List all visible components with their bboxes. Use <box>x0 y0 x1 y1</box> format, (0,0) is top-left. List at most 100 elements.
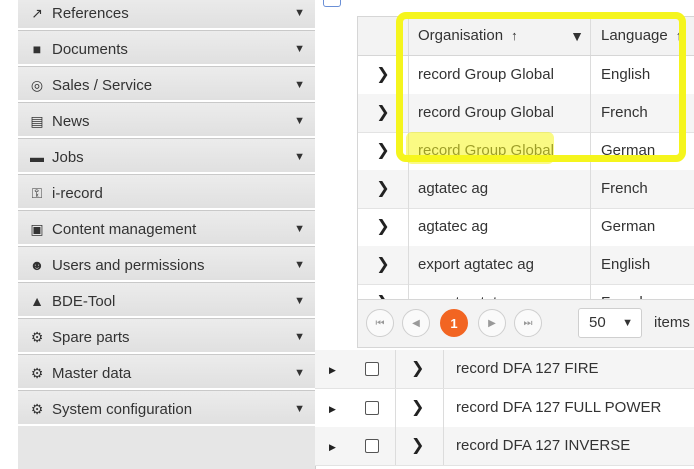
header-language[interactable]: Language ↑ <box>592 17 694 55</box>
expand-triangle-icon[interactable]: ▶ <box>329 389 336 429</box>
sidebar-item-label: i-record <box>52 185 103 202</box>
table-row[interactable]: ❯ agtatec ag French <box>358 170 694 209</box>
divider <box>443 427 444 465</box>
caret-down-icon[interactable]: ▼ <box>294 0 305 31</box>
next-page-icon[interactable]: ▶ <box>478 309 506 337</box>
last-page-icon[interactable]: ⏭ <box>514 309 542 337</box>
organisation-grid: Organisation ↑ ▼ Language ↑ ❯ record Group… <box>357 16 694 348</box>
top-strip <box>315 0 694 14</box>
divider <box>395 427 396 465</box>
sidebar-item-label: Sales / Service <box>52 77 153 94</box>
divider <box>395 389 396 427</box>
sidebar-item-label: References <box>52 5 129 22</box>
list-item[interactable]: ▶ ❯ record DFA 127 INVERSE <box>315 427 694 466</box>
page-size-select[interactable]: 50 ▼ <box>578 308 642 338</box>
row-checkbox[interactable] <box>365 401 379 415</box>
list-item[interactable]: ▶ ❯ record DFA 127 FIRE <box>315 350 694 389</box>
caret-down-icon[interactable]: ▼ <box>294 355 305 391</box>
sidebar-item-label: BDE-Tool <box>52 293 116 310</box>
sidebar-item-label: Documents <box>52 41 128 58</box>
caret-down-icon[interactable]: ▼ <box>294 283 305 319</box>
sidebar-item-jobs[interactable]: ▬ Jobs ▼ <box>18 138 315 174</box>
table-row[interactable]: ❯ record Group Global German <box>358 132 694 171</box>
chevron-right-icon[interactable]: ❯ <box>358 208 409 246</box>
sidebar-item-documents[interactable]: ■ Documents ▼ <box>18 30 315 66</box>
list-item-label: record DFA 127 FIRE <box>456 360 599 377</box>
first-page-icon[interactable]: ⏮ <box>366 309 394 337</box>
row-checkbox[interactable] <box>365 439 379 453</box>
list-item[interactable]: ▶ ❯ record DFA 127 FULL POWER <box>315 389 694 428</box>
chevron-right-icon[interactable]: ❯ <box>358 94 409 132</box>
cell-language: German <box>601 142 656 159</box>
chevron-right-icon[interactable]: ❯ <box>358 132 409 170</box>
users-icon: ☻ <box>29 257 45 273</box>
caret-down-icon[interactable]: ▼ <box>294 391 305 427</box>
sidebar-item-sales-service[interactable]: ◎ Sales / Service ▼ <box>18 66 315 102</box>
cell-organisation: record Group Global <box>409 56 591 94</box>
chevron-right-icon[interactable]: ❯ <box>358 246 409 284</box>
cell-organisation: export agtatec ag <box>409 246 591 284</box>
chevron-right-icon[interactable]: ❯ <box>411 350 424 388</box>
table-row[interactable]: ❯ record Group Global French <box>358 94 694 133</box>
cell-organisation: record Group Global <box>409 94 591 132</box>
briefcase-icon: ▬ <box>30 149 44 165</box>
cell-organisation: record Group Global <box>409 132 591 170</box>
code-file-icon: ▣ <box>30 221 44 237</box>
gear-icon: ⚙ <box>30 401 44 417</box>
cell-language: English <box>601 66 651 83</box>
grid-pager: ⏮ ◀ 1 ▶ ⏭ 50 ▼ items <box>358 299 694 347</box>
sidebar-item-i-record[interactable]: ⚿ i-record <box>18 174 315 210</box>
chevron-right-icon[interactable]: ❯ <box>358 56 409 94</box>
cell-language: French <box>601 180 648 197</box>
caret-down-icon[interactable]: ▼ <box>294 319 305 355</box>
sort-ascending-icon[interactable]: ↑ <box>676 28 683 43</box>
row-checkbox[interactable] <box>365 362 379 376</box>
header-organisation[interactable]: Organisation ↑ ▼ <box>409 17 591 55</box>
chevron-right-icon[interactable]: ❯ <box>358 170 409 208</box>
caret-down-icon[interactable]: ▼ <box>294 67 305 103</box>
sidebar-item-system-configuration[interactable]: ⚙ System configuration ▼ <box>18 390 315 426</box>
header-organisation-label: Organisation <box>418 27 504 44</box>
newspaper-icon: ▤ <box>30 113 44 129</box>
sidebar-item-spare-parts[interactable]: ⚙ Spare parts ▼ <box>18 318 315 354</box>
caret-down-icon[interactable]: ▼ <box>294 103 305 139</box>
expand-triangle-icon[interactable]: ▶ <box>329 427 336 467</box>
list-item-label: record DFA 127 FULL POWER <box>456 399 662 416</box>
caret-down-icon[interactable]: ▼ <box>294 139 305 175</box>
caret-down-icon[interactable]: ▼ <box>294 211 305 247</box>
sidebar-item-bde-tool[interactable]: ▲ BDE-Tool ▼ <box>18 282 315 318</box>
sidebar: ↗ References ▼ ■ Documents ▼ ◎ Sales / Serv… <box>18 0 316 469</box>
filter-icon[interactable]: ▼ <box>570 17 584 55</box>
cell-language: German <box>601 218 656 235</box>
sidebar-item-label: Master data <box>52 365 132 382</box>
sidebar-item-references[interactable]: ↗ References ▼ <box>18 0 315 30</box>
select-all-checkbox[interactable] <box>323 0 341 7</box>
sidebar-item-label: Users and permissions <box>52 257 205 274</box>
table-row[interactable]: ❯ agtatec ag German <box>358 208 694 247</box>
page-size-value: 50 <box>589 314 606 331</box>
sidebar-item-label: Spare parts <box>52 329 130 346</box>
main-panel: Organisation ↑ ▼ Language ↑ ❯ record Group… <box>315 0 694 466</box>
table-row[interactable]: ❯ record Group Global English <box>358 56 694 95</box>
sidebar-item-content-management[interactable]: ▣ Content management ▼ <box>18 210 315 246</box>
previous-page-icon[interactable]: ◀ <box>402 309 430 337</box>
current-page-button[interactable]: 1 <box>440 309 468 337</box>
gear-icon: ⚙ <box>30 365 44 381</box>
sort-ascending-icon[interactable]: ↑ <box>511 28 518 43</box>
sidebar-item-master-data[interactable]: ⚙ Master data ▼ <box>18 354 315 390</box>
sidebar-item-news[interactable]: ▤ News ▼ <box>18 102 315 138</box>
target-icon: ◎ <box>30 77 44 93</box>
caret-down-icon[interactable]: ▼ <box>294 31 305 67</box>
table-row[interactable]: ❯ export agtatec ag English <box>358 246 694 285</box>
divider <box>443 350 444 388</box>
chevron-right-icon[interactable]: ❯ <box>411 427 424 465</box>
gear-icon: ⚙ <box>30 329 44 345</box>
caret-down-icon[interactable]: ▼ <box>294 247 305 283</box>
expand-triangle-icon[interactable]: ▶ <box>329 350 336 390</box>
chevron-right-icon[interactable]: ❯ <box>411 389 424 427</box>
cell-organisation: agtatec ag <box>409 170 591 208</box>
header-expand-column <box>358 17 409 55</box>
sidebar-item-users-permissions[interactable]: ☻ Users and permissions ▼ <box>18 246 315 282</box>
cell-language: English <box>601 256 651 273</box>
sidebar-item-label: Jobs <box>52 149 84 166</box>
